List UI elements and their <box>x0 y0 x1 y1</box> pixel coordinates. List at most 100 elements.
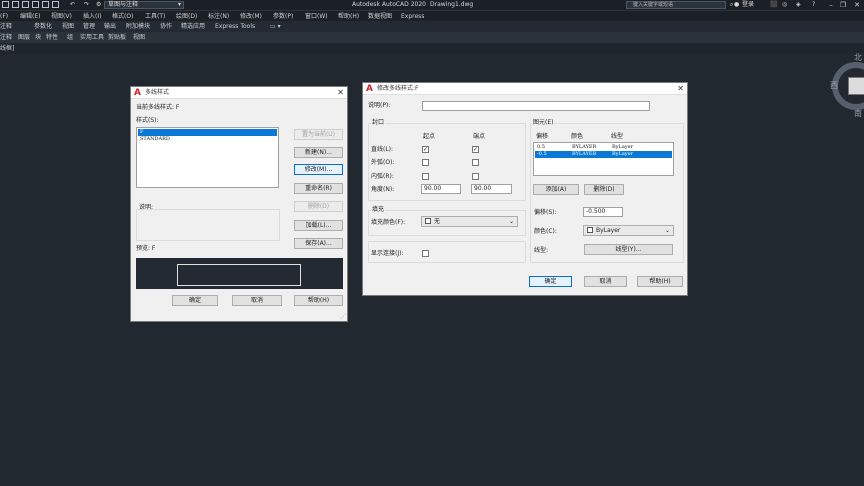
tab-express-tools[interactable]: Express Tools <box>215 23 255 30</box>
compass-west[interactable]: 西 <box>830 80 838 91</box>
caps-outer-arc-end-checkbox[interactable] <box>472 159 479 166</box>
tab-view[interactable]: 视图 <box>62 23 74 30</box>
plot-icon[interactable] <box>52 1 59 8</box>
panel-block[interactable]: 块 <box>35 34 41 41</box>
search-input[interactable]: 键入关键字或短语 <box>626 1 726 9</box>
tab-addins[interactable]: 附加模块 <box>126 23 150 30</box>
panel-utilities[interactable]: 实用工具 <box>80 34 104 41</box>
tab-output[interactable]: 输出 <box>104 23 116 30</box>
search-icon[interactable]: ⌕ <box>730 1 733 9</box>
tab-parametric[interactable]: 参数化 <box>34 23 52 30</box>
description-input[interactable] <box>422 101 650 111</box>
view-cube-face[interactable] <box>848 77 864 95</box>
help-button[interactable]: 帮助(H) <box>637 276 683 287</box>
help-button[interactable]: 帮助(H) <box>294 295 343 306</box>
panel-layers[interactable]: 图层 <box>18 34 30 41</box>
panel-annotate[interactable]: 注释 <box>0 34 12 41</box>
view-cube[interactable]: 北 西 南 <box>826 50 864 124</box>
caps-angle-end-input[interactable]: 90.00 <box>471 184 512 194</box>
help-icon[interactable]: ? <box>812 1 815 9</box>
restore-icon[interactable]: ❐ <box>838 0 848 10</box>
show-joints-checkbox[interactable] <box>422 250 429 257</box>
table-row[interactable]: 0.5 BYLAYER ByLayer <box>535 144 672 151</box>
load-button[interactable]: 加载(L)... <box>294 220 343 231</box>
menu-data-view[interactable]: 数据视图 <box>368 13 392 20</box>
menu-format[interactable]: 格式(O) <box>112 13 133 20</box>
panel-view[interactable]: 视图 <box>133 34 145 41</box>
elements-list[interactable]: 0.5 BYLAYER ByLayer -0.5 BYLAYER ByLayer <box>533 142 674 176</box>
ok-button[interactable]: 确定 <box>529 276 572 287</box>
caps-line-start-checkbox[interactable]: ✓ <box>422 146 429 153</box>
minimize-icon[interactable]: – <box>826 0 836 10</box>
save-as-icon[interactable] <box>32 1 39 8</box>
new-button[interactable]: 新建(N)... <box>294 147 343 158</box>
tab-annotate[interactable]: 注释 <box>0 23 12 30</box>
sign-in-label[interactable]: 登录 <box>742 1 754 9</box>
workspace-select[interactable]: 草图与注释 ▾ <box>104 1 184 9</box>
tab-featured-apps[interactable]: 精选应用 <box>181 23 205 30</box>
table-row[interactable]: -0.5 BYLAYER ByLayer <box>535 151 672 158</box>
tab-manage[interactable]: 管理 <box>83 23 95 30</box>
menu-parametric[interactable]: 参数(P) <box>273 13 293 20</box>
fill-color-select[interactable]: 无 ⌄ <box>421 216 518 227</box>
menu-draw[interactable]: 绘图(D) <box>176 13 197 20</box>
user-icon[interactable]: ● <box>734 1 739 9</box>
panel-properties[interactable]: 特性 <box>46 34 58 41</box>
gear-icon[interactable]: ⚙ <box>96 1 101 9</box>
menu-edit[interactable]: 编辑(E) <box>20 13 40 20</box>
caps-inner-arc-end-checkbox[interactable] <box>472 173 479 180</box>
caps-angle-start-input[interactable]: 90.00 <box>421 184 461 194</box>
print-icon[interactable] <box>42 1 49 8</box>
close-icon[interactable]: ✕ <box>852 0 862 10</box>
list-item[interactable]: STANDARD <box>138 136 277 143</box>
offset-input[interactable]: -0.500 <box>583 207 623 217</box>
rename-button[interactable]: 重命名(R) <box>294 183 343 194</box>
delete-element-button[interactable]: 删除(D) <box>584 184 624 195</box>
cart-icon[interactable]: ⬛ <box>770 1 777 9</box>
menu-window[interactable]: 窗口(W) <box>305 13 328 20</box>
compass-north[interactable]: 北 <box>854 52 862 63</box>
close-icon[interactable]: ✕ <box>677 84 684 94</box>
elements-header-linetype: 线型 <box>611 133 624 140</box>
dialog-header[interactable]: A 多线样式 ✕ <box>131 87 347 99</box>
caps-line-end-checkbox[interactable]: ✓ <box>472 146 479 153</box>
menu-dimension[interactable]: 标注(N) <box>208 13 229 20</box>
network-icon[interactable]: ◈ <box>796 1 801 9</box>
cancel-button[interactable]: 取消 <box>232 295 282 306</box>
menu-tools[interactable]: 工具(T) <box>145 13 165 20</box>
tab-collaborate[interactable]: 协作 <box>160 23 172 30</box>
save-button[interactable]: 保存(A)... <box>294 238 343 249</box>
resize-grip-icon[interactable]: ⋰ <box>340 313 346 320</box>
list-item[interactable]: F <box>138 129 277 136</box>
menu-express[interactable]: Express <box>401 13 424 20</box>
delete-button[interactable]: 删除(D) <box>294 201 343 212</box>
caps-inner-arc-start-checkbox[interactable] <box>422 173 429 180</box>
open-file-icon[interactable] <box>12 1 19 8</box>
menu-insert[interactable]: 插入(I) <box>83 13 101 20</box>
undo-icon[interactable]: ↶ <box>70 1 75 9</box>
add-element-button[interactable]: 添加(A) <box>533 184 579 195</box>
compass-south[interactable]: 南 <box>854 108 862 119</box>
set-current-button[interactable]: 置为当前(U) <box>294 129 343 140</box>
menu-help[interactable]: 帮助(H) <box>338 13 359 20</box>
caps-outer-arc-start-checkbox[interactable] <box>422 159 429 166</box>
panel-clipboard[interactable]: 剪贴板 <box>108 34 126 41</box>
new-file-icon[interactable] <box>2 1 9 8</box>
visual-style-label[interactable]: 线框] <box>0 45 14 52</box>
modify-button[interactable]: 修改(M)... <box>294 164 343 175</box>
redo-icon[interactable]: ↷ <box>84 1 89 9</box>
exchange-icon[interactable]: ◎ <box>782 1 787 9</box>
panel-groups[interactable]: 组 <box>67 34 73 41</box>
cancel-button[interactable]: 取消 <box>584 276 627 287</box>
ribbon-toggle-icon[interactable]: ▭ ▾ <box>270 23 281 30</box>
dialog-header[interactable]: A 修改多线样式:F ✕ <box>363 83 687 95</box>
close-icon[interactable]: ✕ <box>337 88 344 98</box>
save-icon[interactable] <box>22 1 29 8</box>
menu-modify[interactable]: 修改(M) <box>240 13 262 20</box>
ok-button[interactable]: 确定 <box>172 295 218 306</box>
menu-file[interactable]: (F) <box>0 13 8 20</box>
linetype-button[interactable]: 线型(Y)... <box>584 244 673 255</box>
element-color-select[interactable]: ByLayer ⌄ <box>583 225 674 236</box>
styles-list[interactable]: F STANDARD <box>136 127 279 188</box>
menu-view[interactable]: 视图(V) <box>51 13 72 20</box>
